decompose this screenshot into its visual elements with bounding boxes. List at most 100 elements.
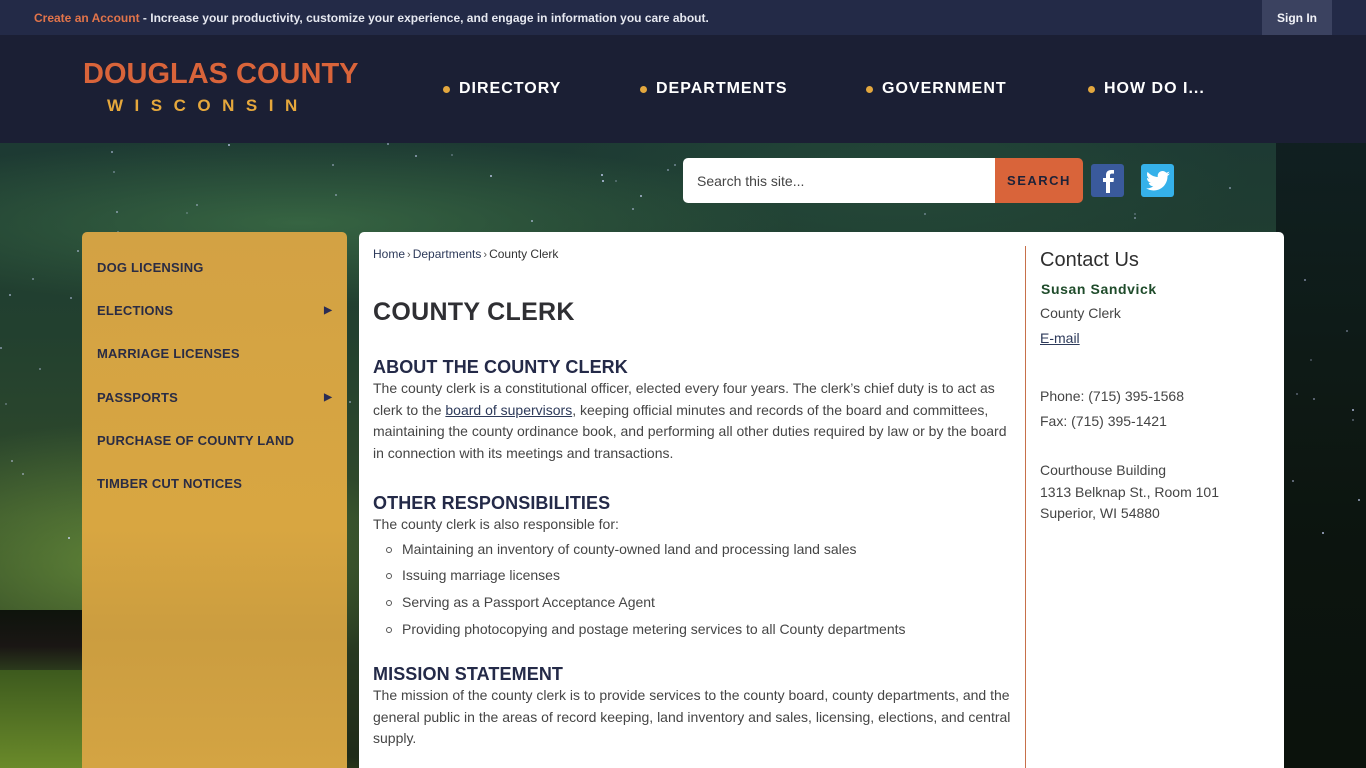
star bbox=[1322, 532, 1324, 534]
list-item: Providing photocopying and postage meter… bbox=[386, 616, 1013, 643]
contact-address: Courthouse Building 1313 Belknap St., Ro… bbox=[1040, 460, 1219, 525]
address-line: Superior, WI 54880 bbox=[1040, 505, 1160, 521]
star bbox=[632, 208, 634, 210]
contact-email-link[interactable]: E-mail bbox=[1040, 330, 1080, 346]
other-responsibilities-heading: OTHER RESPONSIBILITIES bbox=[373, 493, 611, 513]
nav-departments[interactable]: DEPARTMENTS bbox=[640, 80, 788, 98]
nav-how-do-i-label: HOW DO I... bbox=[1104, 80, 1205, 97]
list-item: Maintaining an inventory of county-owned… bbox=[386, 536, 1013, 563]
sidebar-item-elections[interactable]: ELECTIONS ▶ bbox=[97, 300, 332, 320]
star bbox=[531, 220, 533, 222]
nav-directory-label: DIRECTORY bbox=[459, 80, 562, 97]
star bbox=[77, 250, 79, 252]
mission-text: The mission of the county clerk is to pr… bbox=[373, 687, 1011, 746]
star bbox=[332, 164, 334, 166]
facebook-icon bbox=[1102, 169, 1114, 193]
nav-departments-label: DEPARTMENTS bbox=[656, 80, 788, 97]
star bbox=[1134, 213, 1136, 215]
sidebar-item-purchase-of-county-land[interactable]: PURCHASE OF COUNTY LAND bbox=[97, 430, 332, 450]
facebook-link[interactable] bbox=[1091, 164, 1124, 197]
sidebar-item-label: TIMBER CUT NOTICES bbox=[97, 475, 243, 491]
breadcrumb-separator: › bbox=[407, 249, 411, 261]
logo-county-name: DOUGLAS COUNTY bbox=[83, 58, 359, 90]
contact-name: Susan Sandvick bbox=[1041, 281, 1157, 297]
address-line: Courthouse Building bbox=[1040, 462, 1167, 478]
promo-text: - Increase your productivity, customize … bbox=[139, 11, 709, 25]
sidebar-item-marriage-licenses[interactable]: MARRIAGE LICENSES bbox=[97, 343, 332, 363]
nav-bullet-icon bbox=[1088, 85, 1095, 93]
star bbox=[228, 144, 230, 146]
contact-title: Contact Us bbox=[1040, 249, 1139, 271]
nav-bullet-icon bbox=[443, 85, 450, 93]
breadcrumb-separator: › bbox=[483, 249, 488, 261]
address-line: 1313 Belknap St., Room 101 bbox=[1040, 483, 1220, 500]
star bbox=[640, 195, 642, 197]
star bbox=[186, 212, 188, 214]
contact-us-panel: Contact Us Susan Sandvick County Clerk E… bbox=[1040, 248, 1270, 521]
list-item: Issuing marriage licenses bbox=[386, 562, 1013, 589]
star bbox=[1358, 499, 1360, 501]
star bbox=[1352, 419, 1354, 421]
search-input[interactable] bbox=[683, 158, 995, 203]
nav-directory[interactable]: DIRECTORY bbox=[443, 80, 561, 98]
star bbox=[111, 151, 113, 153]
star bbox=[1352, 409, 1354, 411]
star bbox=[196, 204, 198, 206]
star bbox=[68, 537, 70, 539]
star bbox=[601, 174, 603, 176]
star bbox=[113, 171, 115, 173]
search-button[interactable]: SEARCH bbox=[995, 158, 1083, 203]
star bbox=[1304, 279, 1306, 281]
contact-role: County Clerk bbox=[1040, 305, 1121, 321]
star bbox=[667, 169, 669, 171]
about-heading: ABOUT THE COUNTY CLERK bbox=[373, 357, 628, 377]
board-of-supervisors-link[interactable]: board of supervisors bbox=[445, 402, 572, 418]
account-promo-bar: Create an Account - Increase your produc… bbox=[0, 0, 1366, 35]
about-text: The county clerk is a constitutional off… bbox=[373, 378, 1013, 464]
breadcrumb-home[interactable]: Home bbox=[373, 247, 405, 261]
star bbox=[602, 180, 604, 182]
star bbox=[32, 278, 34, 280]
contact-fax: Fax: (715) 395-1421 bbox=[1040, 413, 1167, 429]
column-divider bbox=[1025, 246, 1026, 768]
star bbox=[335, 194, 337, 196]
site-search: SEARCH bbox=[683, 158, 1083, 203]
star bbox=[116, 211, 118, 213]
main-content: Home › Departments › County Clerk COUNTY CLE… bbox=[359, 232, 1284, 768]
nav-how-do-i[interactable]: HOW DO I... bbox=[1088, 80, 1205, 98]
star bbox=[1229, 187, 1231, 189]
sign-in-button[interactable]: Sign In bbox=[1262, 0, 1332, 35]
sidebar-item-dog-licensing[interactable]: DOG LICENSING bbox=[97, 257, 332, 277]
sidebar-item-label: PURCHASE OF COUNTY LAND bbox=[97, 432, 295, 448]
sidebar-item-timber-cut-notices[interactable]: TIMBER CUT NOTICES bbox=[97, 473, 332, 493]
sidebar-item-label: ELECTIONS bbox=[97, 302, 174, 318]
star bbox=[9, 294, 11, 296]
star bbox=[1310, 359, 1312, 361]
star bbox=[1313, 398, 1315, 400]
breadcrumb-current: County Clerk bbox=[489, 247, 559, 261]
star bbox=[615, 180, 617, 182]
submenu-arrow-icon[interactable]: ▶ bbox=[324, 392, 332, 403]
submenu-arrow-icon[interactable]: ▶ bbox=[324, 305, 332, 316]
star bbox=[1346, 330, 1348, 332]
star bbox=[0, 347, 2, 349]
create-account-link[interactable]: Create an Account bbox=[34, 11, 140, 25]
nav-government[interactable]: GOVERNMENT bbox=[866, 80, 1007, 98]
sidebar-item-passports[interactable]: PASSPORTS ▶ bbox=[97, 387, 332, 407]
about-section: ABOUT THE COUNTY CLERK The county clerk … bbox=[373, 356, 1013, 464]
star bbox=[387, 143, 389, 145]
promo-message: Create an Account - Increase your produc… bbox=[34, 11, 709, 25]
star bbox=[22, 473, 24, 475]
nav-bullet-icon bbox=[866, 85, 873, 93]
background-treeline bbox=[0, 610, 82, 670]
twitter-link[interactable] bbox=[1141, 164, 1174, 197]
star bbox=[70, 297, 72, 299]
nav-government-label: GOVERNMENT bbox=[882, 80, 1007, 97]
star bbox=[1134, 217, 1136, 219]
mission-heading: MISSION STATEMENT bbox=[373, 664, 564, 684]
sidebar-item-label: MARRIAGE LICENSES bbox=[97, 345, 240, 361]
breadcrumb-departments[interactable]: Departments bbox=[413, 247, 482, 261]
star bbox=[5, 403, 7, 405]
responsibilities-list: Maintaining an inventory of county-owned… bbox=[373, 536, 1013, 643]
list-item: Serving as a Passport Acceptance Agent bbox=[386, 589, 1013, 616]
